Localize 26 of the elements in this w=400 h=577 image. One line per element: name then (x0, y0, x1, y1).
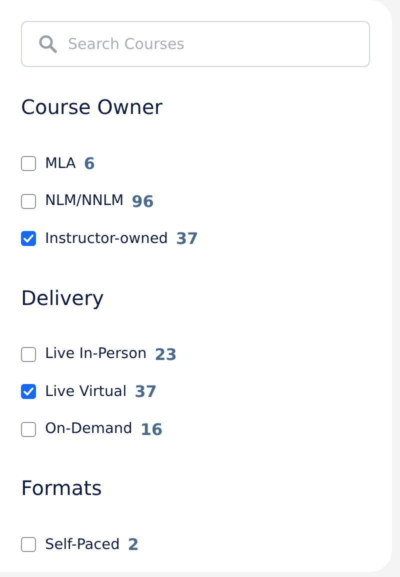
option-label: Live Virtual (45, 384, 127, 400)
option-label: On-Demand (45, 421, 132, 438)
section-heading: Delivery (21, 284, 106, 312)
checkbox[interactable] (21, 156, 36, 172)
checkbox[interactable] (21, 194, 36, 209)
option-count: 23 (154, 344, 177, 364)
search-icon (38, 34, 58, 54)
checkbox[interactable] (21, 422, 36, 437)
option-count: 16 (140, 420, 163, 439)
option-label: Self-Paced (45, 536, 120, 553)
checkbox[interactable] (21, 346, 36, 362)
option-count: 96 (132, 192, 154, 211)
option-count: 2 (128, 535, 139, 554)
section-heading: Formats (21, 475, 103, 502)
checkbox[interactable] (21, 537, 36, 552)
checkbox[interactable] (21, 384, 36, 400)
option-label: Instructor-owned (45, 230, 168, 247)
option-count: 37 (134, 382, 157, 402)
section-heading: Course Owner (21, 94, 164, 121)
option-label: NLM/NNLM (45, 193, 124, 210)
option-count: 6 (84, 154, 95, 174)
option-count: 37 (176, 229, 198, 248)
checkbox[interactable] (21, 231, 36, 246)
search-field[interactable]: Search Courses (21, 21, 370, 67)
option-label: MLA (45, 156, 76, 172)
option-label: Live In-Person (45, 346, 147, 362)
